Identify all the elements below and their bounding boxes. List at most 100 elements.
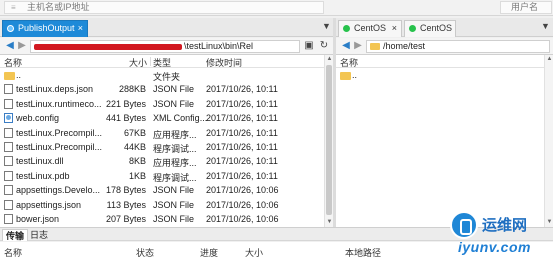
- remote-scrollbar[interactable]: ▲ ▼: [544, 55, 553, 227]
- table-row[interactable]: testLinux.Precompil... 67KB 应用程序... 2017/10…: [0, 126, 332, 140]
- file-modified: 2017/10/26, 10:06: [206, 185, 279, 196]
- file-name: testLinux.runtimeco...: [16, 98, 102, 109]
- table-row[interactable]: testLinux.deps.json 288KB JSON File 2017/10…: [0, 82, 332, 96]
- file-name: testLinux.Precompil...: [16, 127, 103, 138]
- file-size: 1KB: [128, 170, 146, 181]
- file-type: 程序调试...: [153, 143, 197, 154]
- back-arrow-icon[interactable]: ◀: [4, 40, 16, 52]
- file-size: 221 Bytes: [105, 98, 146, 109]
- tab-publishoutput[interactable]: PublishOutput ×: [2, 20, 88, 37]
- tab-dropdown-icon[interactable]: ▼: [541, 21, 550, 31]
- scroll-up-icon[interactable]: ▲: [326, 56, 333, 63]
- file-icon: [4, 84, 13, 95]
- connected-status-icon: [409, 25, 416, 32]
- file-type: 程序调试...: [153, 172, 197, 183]
- tab-log[interactable]: 日志: [27, 229, 51, 241]
- file-name: ..: [352, 70, 358, 80]
- file-size: 288KB: [118, 84, 146, 95]
- tab-centos-1[interactable]: CentOS ×: [338, 20, 402, 37]
- web-config-icon: [4, 113, 13, 124]
- file-size: 207 Bytes: [105, 213, 146, 224]
- col-transfer-local-path[interactable]: 本地路径: [345, 246, 381, 259]
- back-arrow-icon[interactable]: ◀: [340, 40, 352, 52]
- file-size: 67KB: [123, 127, 146, 138]
- local-folder-dot-icon: [7, 25, 14, 32]
- file-modified: 2017/10/26, 10:06: [206, 213, 279, 224]
- tab-centos-2[interactable]: CentOS: [404, 20, 456, 37]
- file-modified: 2017/10/26, 10:06: [206, 199, 279, 210]
- file-size: 8KB: [128, 156, 146, 167]
- file-type: JSON File: [153, 185, 195, 196]
- file-icon: [4, 141, 13, 152]
- watermark: 运维网 iyunv.com: [448, 208, 552, 258]
- file-icon: [4, 185, 13, 196]
- scroll-thumb[interactable]: [326, 65, 332, 215]
- file-modified: 2017/10/26, 10:11: [206, 141, 278, 152]
- watermark-domain: iyunv.com: [458, 239, 531, 255]
- tab-publishoutput-label: PublishOutput: [18, 23, 75, 33]
- file-modified: 2017/10/26, 10:11: [206, 156, 278, 167]
- username-placeholder: 用户名: [511, 2, 539, 12]
- sftp-client-window: ≡ 主机名或IP地址 用户名 PublishOutput × ▼ CentOS …: [0, 0, 553, 259]
- table-row[interactable]: web.config 441 Bytes XML Config... 2017/10/…: [0, 111, 332, 125]
- table-row[interactable]: .. 文件夹: [0, 68, 332, 82]
- list-item[interactable]: ..: [336, 68, 552, 82]
- bookmark-icon[interactable]: ▣: [303, 40, 315, 52]
- col-transfer-progress[interactable]: 进度: [200, 246, 218, 259]
- file-type: 文件夹: [153, 72, 181, 82]
- local-path-text: \testLinux\bin\Rel: [184, 41, 254, 51]
- redaction-mark: [34, 43, 182, 50]
- tab-centos-1-label: CentOS: [354, 23, 387, 33]
- local-column-header: 名称 大小 类型 修改时间: [0, 55, 332, 68]
- remote-path-input[interactable]: /home/test: [366, 40, 550, 53]
- remote-column-header: 名称: [336, 55, 552, 68]
- refresh-icon[interactable]: ↻: [318, 40, 330, 52]
- col-transfer-name[interactable]: 名称: [4, 246, 22, 259]
- tab-transfer[interactable]: 传输: [2, 229, 29, 241]
- tab-close-icon[interactable]: ×: [392, 21, 397, 36]
- file-name: bower.json: [16, 213, 60, 224]
- file-modified: 2017/10/26, 10:11: [206, 127, 278, 138]
- parent-folder-icon: [340, 72, 351, 80]
- local-path-bar: ◀ ▶ \testLinux\bin\Rel ▣ ↻: [0, 38, 333, 55]
- remote-tab-strip: CentOS × CentOS ▼: [336, 18, 553, 37]
- file-size: 441 Bytes: [105, 113, 146, 124]
- tab-dropdown-icon[interactable]: ▼: [322, 21, 331, 31]
- local-path-input[interactable]: \testLinux\bin\Rel: [30, 40, 300, 53]
- file-modified: 2017/10/26, 10:11: [206, 98, 278, 109]
- local-scrollbar[interactable]: ▲ ▼: [324, 55, 333, 227]
- host-placeholder: 主机名或IP地址: [27, 2, 90, 12]
- file-type: 应用程序...: [153, 158, 197, 169]
- file-icon: [4, 98, 13, 109]
- file-name: testLinux.deps.json: [16, 84, 94, 95]
- remote-file-list: 名称 ..: [336, 55, 553, 227]
- forward-arrow-icon[interactable]: ▶: [16, 40, 28, 52]
- file-icon: [4, 213, 13, 224]
- table-row[interactable]: testLinux.runtimeco... 221 Bytes JSON File…: [0, 97, 332, 111]
- col-transfer-status[interactable]: 状态: [136, 246, 154, 259]
- col-transfer-size[interactable]: 大小: [245, 246, 263, 259]
- host-input[interactable]: ≡ 主机名或IP地址: [4, 1, 324, 14]
- table-row[interactable]: appsettings.json 113 Bytes JSON File 2017/1…: [0, 198, 332, 212]
- local-tab-strip: PublishOutput × ▼: [0, 18, 333, 37]
- watermark-brand: 运维网: [482, 217, 528, 234]
- connection-bar: ≡ 主机名或IP地址 用户名: [0, 0, 553, 16]
- file-icon: [4, 156, 13, 167]
- file-type: JSON File: [153, 84, 195, 95]
- table-row[interactable]: testLinux.Precompil... 44KB 程序调试... 2017/10…: [0, 140, 332, 154]
- username-input[interactable]: 用户名: [500, 1, 552, 14]
- scroll-down-icon[interactable]: ▼: [326, 219, 333, 226]
- table-row[interactable]: testLinux.dll 8KB 应用程序... 2017/10/26, 10:11: [0, 154, 332, 168]
- file-name: appsettings.Develo...: [16, 185, 101, 196]
- file-icon: [4, 199, 13, 210]
- table-row[interactable]: testLinux.pdb 1KB 程序调试... 2017/10/26, 10:11: [0, 169, 332, 183]
- file-modified: 2017/10/26, 10:11: [206, 170, 278, 181]
- tab-close-icon[interactable]: ×: [78, 21, 83, 36]
- watermark-logo-icon: [450, 211, 478, 239]
- folder-icon: [370, 43, 380, 51]
- table-row[interactable]: appsettings.Develo... 178 Bytes JSON File 2…: [0, 183, 332, 197]
- forward-arrow-icon[interactable]: ▶: [352, 40, 364, 52]
- file-icon: [4, 170, 13, 181]
- scroll-up-icon[interactable]: ▲: [546, 56, 553, 63]
- table-row[interactable]: bower.json 207 Bytes JSON File 2017/10/26, …: [0, 212, 332, 226]
